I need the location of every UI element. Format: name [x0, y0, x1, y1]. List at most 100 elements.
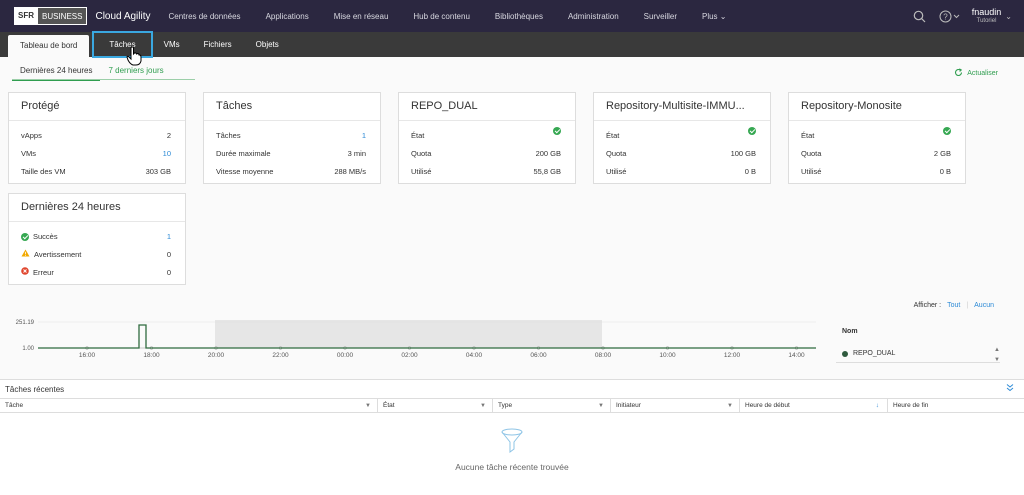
show-label: Afficher :: [913, 302, 942, 309]
row-value: 0 B: [939, 167, 951, 176]
card-row: Avertissement 0: [9, 246, 185, 264]
show-none-link[interactable]: Aucun: [974, 302, 994, 309]
column-task[interactable]: Tâche ▼: [0, 399, 378, 412]
row-label: Tâches: [216, 131, 241, 140]
filter-icon[interactable]: ▼: [598, 399, 604, 413]
row-value: 100 GB: [730, 149, 756, 158]
recent-tasks-columns: Tâche ▼ État ▼ Type ▼ Initiateur ▼ Heure de …: [0, 399, 1024, 413]
nav-datacenters[interactable]: Centres de données: [169, 12, 241, 21]
x-tick-label: 12:00: [724, 352, 741, 359]
column-initiator[interactable]: Initiateur ▼: [611, 399, 740, 412]
logo-sfr: SFR: [14, 7, 38, 25]
nav-applications[interactable]: Applications: [266, 12, 309, 21]
show-filter: Afficher : Tout | Aucun: [914, 302, 994, 309]
column-label: Tâche: [5, 402, 24, 409]
row-value: 0 B: [744, 167, 756, 176]
row-value-link[interactable]: 10: [163, 145, 171, 163]
help-icon[interactable]: ?: [938, 8, 962, 24]
row-label: État: [411, 131, 425, 140]
recent-tasks-header[interactable]: Tâches récentes: [0, 380, 1024, 399]
column-type[interactable]: Type ▼: [493, 399, 611, 412]
show-all-link[interactable]: Tout: [947, 302, 960, 309]
success-check-icon: [553, 127, 561, 135]
column-label: Initiateur: [616, 402, 641, 409]
user-org: Tutoriel: [976, 17, 997, 24]
row-value: 200 GB: [535, 149, 561, 158]
user-menu[interactable]: fnaudin Tutoriel: [972, 7, 1002, 24]
card-row: Tâches 1: [204, 127, 380, 145]
row-label: État: [801, 131, 815, 140]
card-row: Succès 1: [9, 228, 185, 246]
filter-icon[interactable]: ▼: [727, 399, 733, 413]
tab-objects[interactable]: Objets: [244, 32, 291, 57]
success-check-icon: [943, 127, 951, 135]
nav-administration[interactable]: Administration: [568, 12, 619, 21]
top-navigation: SFR BUSINESS Cloud Agility Centres de do…: [0, 0, 1024, 32]
row-value-link[interactable]: 1: [362, 127, 366, 145]
card-row: Utilisé 55,8 GB: [399, 163, 575, 181]
nav-content-hub[interactable]: Hub de contenu: [413, 12, 470, 21]
column-end-time[interactable]: Heure de fin: [888, 399, 1024, 412]
filter-icon[interactable]: ▼: [365, 399, 371, 413]
row-label: Quota: [801, 149, 822, 158]
success-check-icon: [21, 233, 29, 241]
card-protected: Protégé vApps 2 VMs 10 Taille des VM 303 GB: [8, 92, 186, 184]
card-title: Repository-Multisite-IMMU...: [594, 93, 770, 121]
tab-tasks[interactable]: Tâches: [92, 31, 153, 58]
nav-networking[interactable]: Mise en réseau: [334, 12, 389, 21]
brand-logo[interactable]: SFR BUSINESS: [14, 7, 88, 25]
scroll-up-icon[interactable]: ▲: [994, 347, 1000, 353]
legend-item-repo-dual[interactable]: REPO_DUAL: [842, 350, 895, 357]
nav-libraries[interactable]: Bibliothèques: [495, 12, 543, 21]
filter-icon[interactable]: ▼: [480, 399, 486, 413]
legend-title: Nom: [842, 328, 858, 335]
search-icon[interactable]: [912, 8, 928, 24]
nav-more[interactable]: Plus ⌄: [702, 12, 727, 21]
collapse-icon[interactable]: [1006, 380, 1014, 399]
empty-state: Aucune tâche récente trouvée: [0, 428, 1024, 472]
x-tick-label: 04:00: [466, 352, 483, 359]
error-icon: [21, 264, 29, 282]
column-state[interactable]: État ▼: [378, 399, 493, 412]
row-value-link[interactable]: 1: [167, 228, 171, 246]
scroll-down-icon[interactable]: ▼: [994, 357, 1000, 363]
success-check-icon: [748, 127, 756, 135]
nav-monitor[interactable]: Surveiller: [644, 12, 677, 21]
x-tick-label: 06:00: [530, 352, 547, 359]
row-label: Utilisé: [801, 167, 822, 176]
row-value: 0: [166, 268, 171, 277]
tab-files[interactable]: Fichiers: [192, 32, 244, 57]
tab-vms[interactable]: VMs: [152, 32, 192, 57]
card-title: Dernières 24 heures: [9, 194, 185, 222]
refresh-button[interactable]: Actualiser: [954, 68, 998, 79]
card-row: VMs 10: [9, 145, 185, 163]
card-repo-dual: REPO_DUAL État Quota 200 GB Utilisé 55,8 G…: [398, 92, 576, 184]
row-value: 303 GB: [145, 167, 171, 176]
row-value: 288 MB/s: [334, 167, 366, 176]
legend-divider: [836, 362, 1000, 363]
x-tick-label: 20:00: [208, 352, 225, 359]
x-tick-label: 14:00: [788, 352, 805, 359]
y-tick-label: 251.19: [16, 320, 35, 326]
sort-down-icon[interactable]: ↓: [876, 399, 879, 413]
y-tick-label: 1.00: [22, 346, 34, 352]
recent-tasks-title: Tâches récentes: [5, 385, 65, 394]
row-value: 3 min: [347, 149, 366, 158]
x-tick-label: 16:00: [79, 352, 96, 359]
x-tick-label: 08:00: [595, 352, 612, 359]
row-label: Erreur: [33, 268, 54, 277]
column-start-time[interactable]: Heure de début ↓: [740, 399, 888, 412]
row-value: 2 GB: [933, 149, 951, 158]
chevron-down-icon[interactable]: ⌄: [1005, 12, 1012, 21]
recent-tasks-panel: Tâches récentes Tâche ▼ État ▼ Type ▼ Initi…: [0, 379, 1024, 495]
card-row: État: [789, 127, 965, 145]
column-label: Type: [498, 402, 513, 409]
refresh-icon: [954, 68, 963, 79]
separator: |: [966, 302, 969, 309]
tab-dashboard[interactable]: Tableau de bord: [8, 35, 90, 57]
card-row: Quota 2 GB: [789, 145, 965, 163]
warning-icon: [21, 246, 30, 264]
card-title: Protégé: [9, 93, 185, 121]
card-row: Durée maximale 3 min: [204, 145, 380, 163]
svg-text:?: ?: [943, 12, 948, 21]
